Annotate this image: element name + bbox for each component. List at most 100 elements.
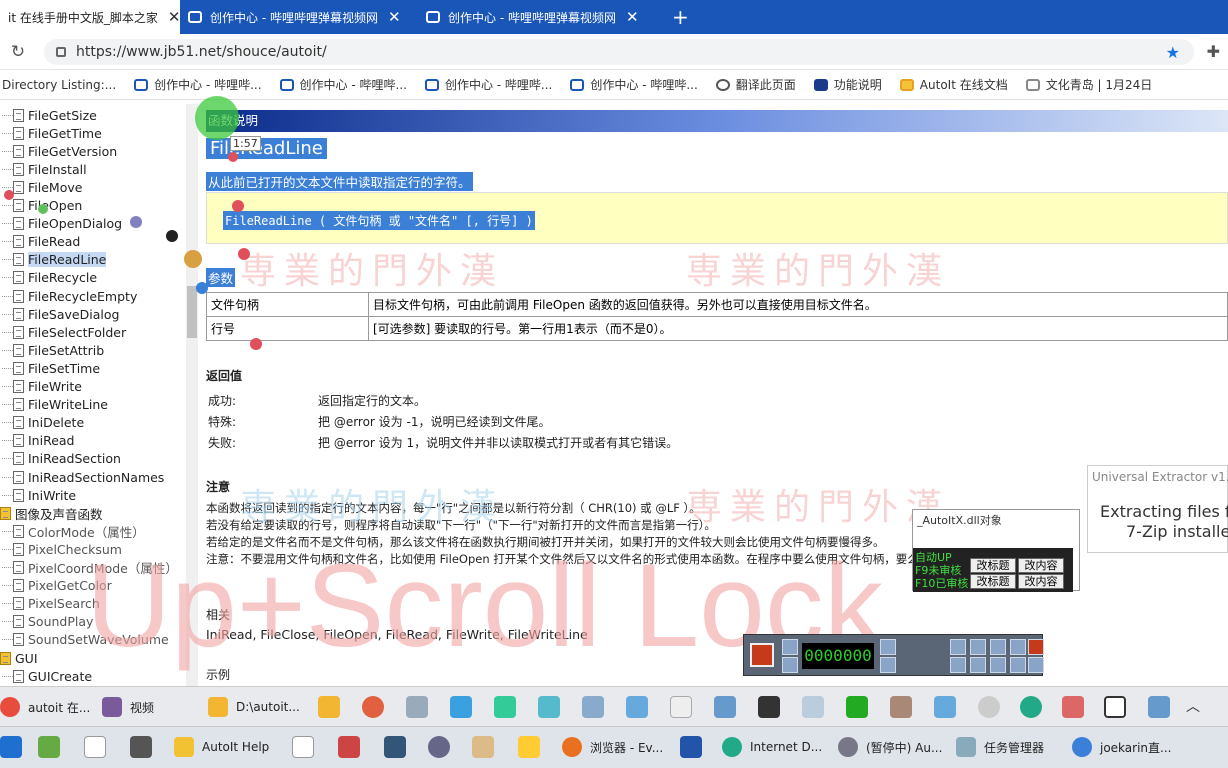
app-icon[interactable] xyxy=(802,696,824,718)
app-icon[interactable] xyxy=(318,696,340,718)
screen-icon[interactable] xyxy=(1028,657,1044,673)
taskbar-item[interactable]: AutoIt Help xyxy=(174,735,269,759)
tree-item[interactable]: FileGetVersion xyxy=(0,142,117,160)
window-icon[interactable] xyxy=(990,657,1006,673)
app-icon[interactable] xyxy=(538,696,560,718)
bilibili-icon[interactable] xyxy=(450,696,472,718)
tree-item[interactable]: FileRead xyxy=(0,233,80,251)
stop-button[interactable] xyxy=(750,643,774,667)
url-field[interactable]: https://www.jb51.net/shouce/autoit/ ★ xyxy=(44,39,1194,65)
app-icon[interactable] xyxy=(428,736,450,758)
tree-item[interactable]: FileWriteLine xyxy=(0,396,108,414)
tree-item[interactable]: GUI xyxy=(0,649,38,667)
edit-content-button[interactable]: 改内容 xyxy=(1018,574,1064,589)
app-icon[interactable] xyxy=(582,696,604,718)
taskbar-item[interactable]: 视频 xyxy=(102,695,154,719)
mic-icon[interactable] xyxy=(880,657,896,673)
star-icon[interactable]: ★ xyxy=(1166,43,1180,62)
app-icon[interactable] xyxy=(890,696,912,718)
scrollbar-thumb[interactable] xyxy=(187,286,197,338)
app-icon[interactable] xyxy=(362,696,384,718)
bookmark-item[interactable]: 创作中心 - 哔哩哔... xyxy=(424,76,552,93)
document-icon[interactable] xyxy=(84,736,106,758)
film-icon[interactable] xyxy=(384,736,406,758)
tree-item[interactable]: FileInstall xyxy=(0,160,87,178)
settings-icon[interactable] xyxy=(950,657,966,673)
app-icon[interactable] xyxy=(680,736,702,758)
app-icon[interactable] xyxy=(494,696,516,718)
bookmark-item[interactable]: 文化青岛 | 1月24日 xyxy=(1025,76,1152,93)
tree-item[interactable]: IniDelete xyxy=(0,414,84,432)
bookmark-item[interactable]: 功能说明 xyxy=(813,76,882,93)
close-icon[interactable] xyxy=(1028,639,1044,655)
extensions-icon[interactable]: ✚ xyxy=(1207,42,1220,61)
close-icon[interactable]: ✕ xyxy=(168,8,180,26)
bookmark-item[interactable]: 创作中心 - 哔哩哔... xyxy=(570,76,698,93)
app-icon[interactable] xyxy=(934,696,956,718)
document-icon[interactable] xyxy=(292,736,314,758)
taskbar-item[interactable]: (暂停中) Au... xyxy=(838,735,942,759)
edit-title-button[interactable]: 改标题 xyxy=(970,558,1016,573)
app-icon[interactable] xyxy=(758,696,780,718)
tab-bilibili-2[interactable]: 创作中心 - 哔哩哔哩弹幕视频网 ✕ xyxy=(418,0,656,34)
document-icon[interactable] xyxy=(670,696,692,718)
tree-item[interactable]: IniReadSectionNames xyxy=(0,468,164,486)
gear-icon[interactable] xyxy=(990,639,1006,655)
tree-item[interactable]: IniReadSection xyxy=(0,450,121,468)
close-icon[interactable]: ✕ xyxy=(388,8,401,26)
app-icon[interactable] xyxy=(1148,696,1170,718)
app-icon[interactable] xyxy=(472,736,494,758)
tree-item[interactable]: FileSetTime xyxy=(0,359,100,377)
bookmark-item[interactable]: AutoIt 在线文档 xyxy=(899,76,1008,93)
tree-item[interactable]: FileSaveDialog xyxy=(0,305,119,323)
chevron-up-icon[interactable]: ︿ xyxy=(1186,696,1208,718)
app-icon[interactable] xyxy=(338,736,360,758)
reload-icon[interactable]: ↻ xyxy=(0,42,36,62)
tree-item[interactable]: FileGetTime xyxy=(0,124,102,142)
app-icon[interactable] xyxy=(714,696,736,718)
app-icon[interactable] xyxy=(626,696,648,718)
tree-item[interactable]: IniRead xyxy=(0,432,75,450)
bookmark-item[interactable]: 翻译此页面 xyxy=(715,76,796,93)
taskbar-item[interactable]: D:\autoit... xyxy=(208,695,300,719)
close-icon[interactable]: ✕ xyxy=(626,8,639,26)
tree-item[interactable]: FileWrite xyxy=(0,378,82,396)
bookmark-item[interactable]: Directory Listing:... xyxy=(2,78,116,92)
tree-item[interactable]: 图像及声音函数 xyxy=(0,504,103,522)
tab-autoit-manual[interactable]: it 在线手册中文版_脚本之家 ✕ xyxy=(0,0,180,34)
tree-item[interactable]: FileSelectFolder xyxy=(0,323,126,341)
monitor-icon[interactable] xyxy=(1010,657,1026,673)
folder-icon[interactable] xyxy=(970,639,986,655)
taskbar-item[interactable]: 任务管理器 xyxy=(956,735,1044,759)
new-tab-icon[interactable]: + xyxy=(672,0,689,34)
globe-icon[interactable] xyxy=(1020,696,1042,718)
app-icon[interactable] xyxy=(978,696,1000,718)
start-icon[interactable] xyxy=(0,736,22,758)
taskbar-item[interactable]: Internet D... xyxy=(722,735,822,759)
bookmark-item[interactable]: 创作中心 - 哔哩哔... xyxy=(134,76,262,93)
app-icon[interactable] xyxy=(518,736,540,758)
minimize-icon[interactable] xyxy=(1010,639,1026,655)
7zip-icon[interactable] xyxy=(1104,696,1126,718)
calendar-icon[interactable] xyxy=(130,736,152,758)
fullscreen-icon[interactable] xyxy=(970,657,986,673)
taskbar-item[interactable]: autoit 在... xyxy=(0,695,90,719)
edit-content-button[interactable]: 改内容 xyxy=(1018,558,1064,573)
tab-bilibili-1[interactable]: 创作中心 - 哔哩哔哩弹幕视频网 ✕ xyxy=(180,0,418,34)
app-icon[interactable] xyxy=(406,696,428,718)
taskbar-item[interactable]: joekarin直... xyxy=(1072,735,1171,759)
tree-item[interactable]: FileRecycle xyxy=(0,269,97,287)
bookmark-item[interactable]: 创作中心 - 哔哩哔... xyxy=(279,76,407,93)
webcam-icon[interactable] xyxy=(950,639,966,655)
app-icon[interactable] xyxy=(846,696,868,718)
app-icon[interactable] xyxy=(38,736,60,758)
tree-item[interactable]: FileOpenDialog xyxy=(0,215,122,233)
edit-title-button[interactable]: 改标题 xyxy=(970,574,1016,589)
app-icon[interactable] xyxy=(1062,696,1084,718)
tree-item[interactable]: FileGetSize xyxy=(0,106,97,124)
tree-item[interactable]: SoundPlay xyxy=(0,613,93,631)
pause-icon[interactable] xyxy=(782,657,798,673)
tree-item[interactable]: IniWrite xyxy=(0,486,76,504)
tree-item[interactable]: FileRecycleEmpty xyxy=(0,287,137,305)
tree-item[interactable]: GUICreate xyxy=(0,667,92,685)
